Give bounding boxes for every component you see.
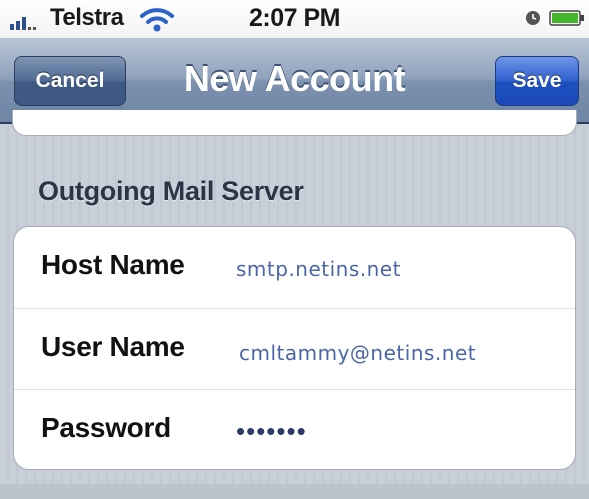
password-row[interactable]: Password •••••••	[14, 389, 575, 469]
host-name-label: Host Name	[41, 249, 185, 280]
status-bar: Telstra 2:07 PM	[0, 0, 589, 38]
bottom-edge	[0, 484, 589, 499]
status-time: 2:07 PM	[249, 4, 340, 32]
user-name-field[interactable]: cmltammy@netins.net	[239, 341, 476, 365]
password-label: Password	[41, 412, 171, 443]
user-name-label: User Name	[41, 331, 185, 362]
host-name-field[interactable]: smtp.netins.net	[236, 257, 401, 281]
host-name-row[interactable]: Host Name smtp.netins.net	[14, 227, 575, 308]
save-button[interactable]: Save	[495, 56, 579, 106]
battery-icon	[549, 10, 584, 26]
ios-screen: Telstra 2:07 PM Cancel New Account Save …	[0, 0, 589, 499]
user-name-row[interactable]: User Name cmltammy@netins.net	[14, 308, 575, 389]
clock-icon	[526, 11, 540, 25]
previous-group-edge	[12, 110, 577, 136]
password-field[interactable]: •••••••	[236, 416, 307, 447]
outgoing-server-group: Host Name smtp.netins.net User Name cmlt…	[13, 226, 576, 470]
section-header-outgoing-mail-server: Outgoing Mail Server	[38, 176, 304, 206]
